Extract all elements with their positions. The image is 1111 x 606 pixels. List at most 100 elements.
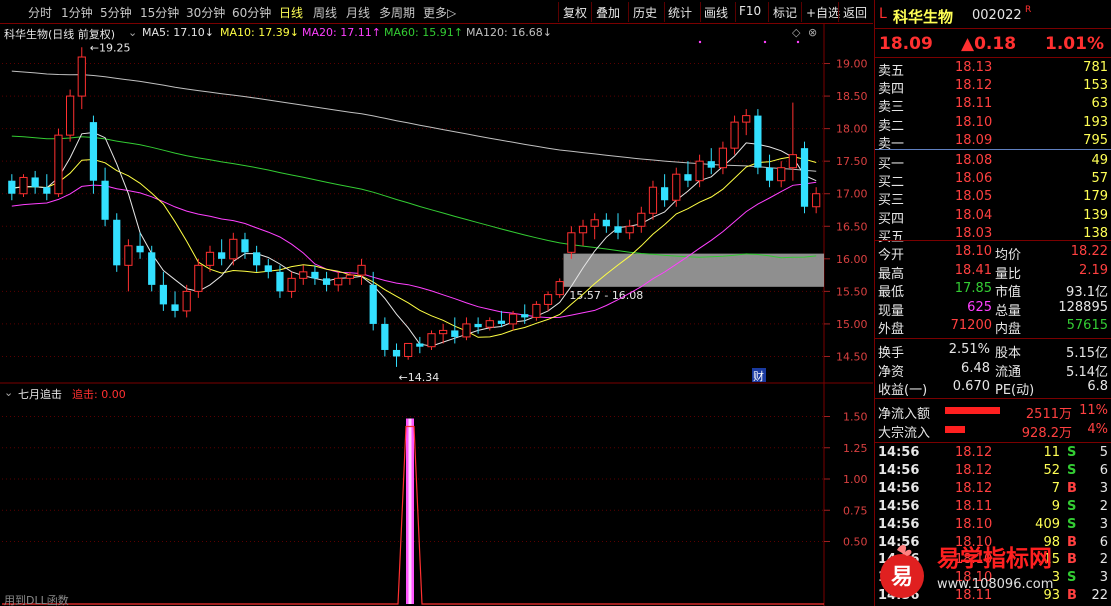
period-tab[interactable]: 日线 — [279, 4, 303, 21]
y-tick-label: 16.00 — [836, 253, 868, 266]
candle-body — [253, 252, 261, 266]
tick-count: 3 — [1099, 516, 1108, 532]
stat-label: 总量 — [995, 303, 1022, 319]
period-tab[interactable]: 更多▷ — [423, 4, 456, 21]
toolbar-button[interactable]: 统计 — [668, 4, 692, 21]
candle-body — [497, 320, 506, 324]
candle-body — [648, 186, 658, 214]
fundamental-label: PE(动) — [995, 383, 1035, 398]
order-level-label: 买二 — [878, 175, 905, 191]
candle-body — [521, 314, 529, 318]
money-flow-row: 净流入额 2511万 11% — [875, 402, 1111, 422]
candle-body — [777, 167, 786, 182]
stat-label: 市值 — [995, 285, 1022, 300]
candle-body — [54, 134, 63, 195]
period-tab[interactable]: 多周期 — [379, 4, 415, 21]
candle-body — [136, 245, 144, 253]
stat-value: 71200 — [950, 318, 992, 333]
candle-body — [684, 174, 692, 181]
candle-body — [812, 193, 821, 208]
tick-row: 14:56 18.10 409 S 3 — [875, 516, 1111, 534]
y-tick-label: 15.50 — [836, 285, 868, 298]
price-row: 18.09 ▲0.18 1.01% — [875, 33, 1111, 55]
candle-body — [229, 238, 238, 260]
tick-price: 18.10 — [955, 516, 993, 532]
order-price: 18.05 — [955, 189, 993, 205]
panel-divider — [875, 28, 1111, 29]
tick-side: S — [1067, 516, 1077, 532]
y-tick-label: 0.50 — [843, 536, 868, 549]
candle-body — [31, 177, 39, 188]
toolbar-button[interactable]: 历史 — [633, 4, 657, 21]
candle-body — [602, 219, 610, 227]
candle-body — [66, 95, 75, 136]
order-level-label: 买五 — [878, 229, 905, 245]
period-tab[interactable]: 5分钟 — [100, 4, 132, 21]
order-level-label: 卖二 — [878, 118, 905, 134]
candle-body — [357, 264, 366, 276]
stat-value: 57615 — [1066, 318, 1108, 333]
period-tab[interactable]: 月线 — [346, 4, 370, 21]
tick-volume: 7 — [1051, 480, 1060, 496]
tick-row: 14:56 18.12 7 B 3 — [875, 480, 1111, 498]
period-tab[interactable]: 1分钟 — [61, 4, 93, 21]
period-tab[interactable]: 60分钟 — [232, 4, 271, 21]
candle-body — [8, 180, 16, 194]
order-level-label: 买一 — [878, 157, 905, 172]
toolbar-button[interactable]: 画线 — [704, 4, 728, 21]
toolbar-button[interactable]: 叠加 — [596, 4, 620, 21]
toolbar-button[interactable]: 标记 — [773, 4, 797, 21]
tick-count: 6 — [1099, 462, 1108, 478]
candle-body — [485, 320, 494, 328]
candle-body — [462, 323, 471, 338]
order-book-row: 卖五 18.13 781 — [875, 59, 1111, 79]
fundamental-value: 0.670 — [952, 379, 990, 394]
y-tick-label: 15.00 — [836, 318, 868, 331]
candlestick-chart[interactable]: 19.00 18.50 18.00 17.50 17.00 16.50 16.00 15.50… — [0, 24, 873, 384]
candle-body — [43, 187, 51, 194]
tick-row: 14:56 18.12 52 S 6 — [875, 462, 1111, 480]
candle-body — [567, 232, 576, 253]
toolbar-button[interactable]: 返回 — [843, 4, 867, 21]
stat-row: 今开 18.10 均价 18.22 — [875, 243, 1111, 263]
indicator-chart[interactable]: 1.50 1.25 1.00 0.75 0.50 — [0, 384, 873, 606]
watermark-text: 易学指标网 — [937, 545, 1052, 572]
stat-row: 外盘 71200 内盘 57615 — [875, 317, 1111, 337]
candle-body — [800, 148, 809, 207]
y-tick-label: 17.50 — [836, 155, 868, 168]
low-price-label: ←14.34 — [399, 371, 440, 384]
order-volume: 193 — [1083, 114, 1108, 130]
period-tab[interactable]: 30分钟 — [186, 4, 225, 21]
order-book-row: 卖三 18.11 63 — [875, 95, 1111, 115]
period-tab[interactable]: 15分钟 — [140, 4, 179, 21]
order-price: 18.12 — [955, 78, 993, 94]
period-tab[interactable]: 周线 — [313, 4, 337, 21]
candle-body — [101, 180, 109, 220]
tick-volume: 52 — [1043, 462, 1060, 478]
signal-dot — [796, 40, 800, 44]
candle-body — [590, 219, 599, 227]
signal-dot — [698, 40, 702, 44]
watermark-logo: 易易学指标网 www.108096.com — [875, 538, 1111, 606]
period-tab[interactable]: 分时 — [28, 4, 52, 21]
toolbar-button[interactable]: 复权 — [563, 4, 587, 21]
tick-row: 14:56 18.12 11 S 5 — [875, 444, 1111, 462]
order-volume: 49 — [1091, 153, 1108, 168]
order-volume: 57 — [1091, 171, 1108, 187]
order-book-row: 买一 18.08 49 — [875, 152, 1111, 172]
toolbar-button[interactable]: F10 — [739, 4, 761, 18]
stat-value: 18.10 — [954, 244, 992, 259]
candle-body — [637, 212, 646, 227]
tick-time: 14:56 — [878, 498, 920, 514]
order-volume: 139 — [1083, 207, 1108, 223]
order-price: 18.06 — [955, 171, 993, 187]
candle-body — [474, 323, 482, 328]
toolbar-button[interactable]: +自选 — [806, 4, 840, 21]
candle-body — [661, 187, 669, 201]
fundamental-label: 净资 — [878, 364, 905, 380]
candle-body — [205, 251, 215, 266]
tick-side: S — [1067, 498, 1077, 514]
tick-count: 5 — [1099, 445, 1108, 460]
price-zone-label: 15.57 - 16.08 — [569, 289, 643, 302]
candle-body — [404, 342, 413, 357]
